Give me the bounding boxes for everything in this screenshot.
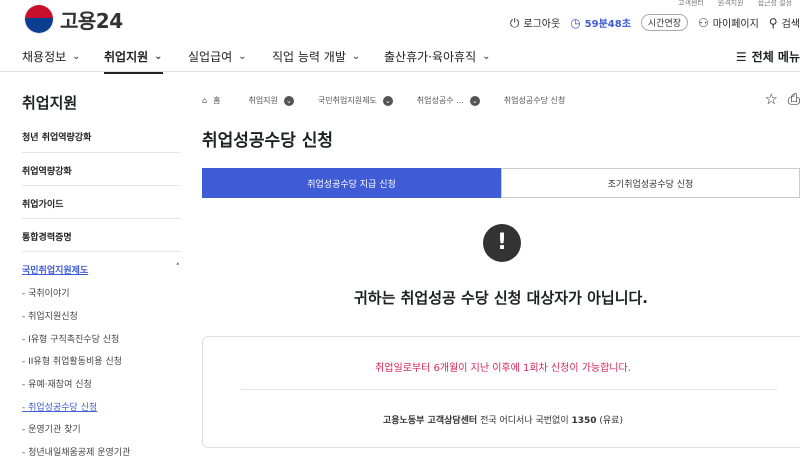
chevron-down-icon: ⌄ <box>482 51 491 62</box>
gnb-label: 채용정보 <box>22 50 67 64</box>
sidebar-subitem-label: 유예·재참여 신청 <box>28 380 92 390</box>
tab-list: 취업성공수당 지급 신청 조기취업성공수당 신청 <box>202 168 800 198</box>
gnb-label: 출산휴가·육아휴직 <box>384 50 477 64</box>
info-box: 취업일로부터 6개월이 지난 이후에 1회차 신청이 가능합니다. 고용노동부 … <box>202 336 800 448</box>
sidebar-subitem-label: 취업성공수당 신청 <box>28 403 98 413</box>
sidebar-item-national-support[interactable]: 국민취업지원제도 ˄ <box>22 263 180 276</box>
sidebar-item-label: 취업역량강화 <box>22 167 72 177</box>
sidebar-subitem[interactable]: - 청년내일채움공제 운영기관 <box>22 445 130 458</box>
timer-value: 59분48초 <box>584 19 631 30</box>
breadcrumb-item[interactable]: 국민취업지원제도 <box>318 95 377 106</box>
sidebar-item-label: 취업가이드 <box>22 200 64 210</box>
sidebar-item-label: 통합경력증명 <box>22 233 72 243</box>
tab-success-allowance[interactable]: 취업성공수당 지급 신청 <box>202 168 501 198</box>
exclamation-icon: ! <box>483 224 521 262</box>
print-icon[interactable]: ⎙ <box>788 90 800 108</box>
sidebar-item-capacity[interactable]: 취업역량강화 <box>22 164 180 177</box>
chevron-down-icon[interactable]: ⌄ <box>382 95 393 106</box>
gnb-item-employment-support[interactable]: 취업지원 ⌄ <box>104 48 163 74</box>
power-icon: ⏻ <box>509 15 520 30</box>
breadcrumb-item[interactable]: 취업지원 <box>248 95 277 106</box>
gnb-item-parental-leave[interactable]: 출산휴가·육아휴직 ⌄ <box>384 48 491 65</box>
sidebar-subitem[interactable]: - II유형 취업활동비용 신청 <box>22 354 122 367</box>
sidebar-subitem-label: II유형 취업활동비용 신청 <box>28 357 122 367</box>
gnb-item-jobs[interactable]: 채용정보 ⌄ <box>22 48 81 65</box>
breadcrumb: ⌂ 홈 취업지원 ⌄ 국민취업지원제도 ⌄ 취업성공수 ... ⌄ 취업성공수당… <box>202 95 565 106</box>
clock-icon: ◷ <box>570 15 581 30</box>
home-icon[interactable]: ⌂ <box>202 96 207 105</box>
divider <box>22 251 180 252</box>
chevron-down-icon[interactable]: ⌄ <box>469 95 480 106</box>
gnb-label: 취업지원 <box>104 50 149 64</box>
divider <box>22 218 180 219</box>
sidebar: 취업지원 청년 취업역량강화 취업역량강화 취업가이드 통합경력증명 국민취업지… <box>0 72 190 460</box>
sidebar-subitem-label: 국취이야기 <box>28 289 70 299</box>
sidebar-subitem-label: 취업지원신청 <box>28 312 78 322</box>
sidebar-subitem-label: 청년내일채움공제 운영기관 <box>28 448 131 458</box>
sidebar-subitem[interactable]: - 운영기관 찾기 <box>22 422 81 435</box>
sidebar-subitem[interactable]: - 유예·재참여 신청 <box>22 377 92 390</box>
star-icon[interactable]: ☆ <box>765 90 778 108</box>
divider <box>241 389 777 390</box>
contact-info: 고용노동부 고객상담센터 전국 어디서나 국번없이 1350 (유료) <box>203 413 800 426</box>
sidebar-subitem-label: I유형 구직촉진수당 신청 <box>28 335 120 345</box>
sidebar-subitem[interactable]: - 취업지원신청 <box>22 309 78 322</box>
chevron-down-icon: ⌄ <box>351 51 361 62</box>
divider <box>22 185 180 186</box>
main-navigation: 채용정보 ⌄ 취업지원 ⌄ 실업급여 ⌄ 직업 능력 개발 ⌄ 출산휴가·육아휴… <box>0 42 800 74</box>
sidebar-item-label: 국민취업지원제도 <box>22 266 89 276</box>
contact-tail: (유료) <box>596 416 623 426</box>
site-logo[interactable]: 고용24 <box>24 4 123 34</box>
full-menu-button[interactable]: ☰ 전체 메뉴 <box>736 48 800 65</box>
search-link[interactable]: ⚲ 검색 <box>768 15 800 31</box>
page-actions: ☆ ⎙ <box>765 90 800 108</box>
tab-early-success-allowance[interactable]: 조기취업성공수당 신청 <box>501 168 800 198</box>
header-actions: ⏻ 로그아웃 ◷ 59분48초 시간연장 ⚇ 마이페이지 ⚲ 검색 <box>510 14 800 31</box>
ineligible-message: 귀하는 취업성공 수당 신청 대상자가 아닙니다. <box>353 289 648 307</box>
session-timer: ◷ 59분48초 <box>570 15 631 31</box>
chevron-up-icon: ˄ <box>175 263 181 273</box>
logout-button[interactable]: ⏻ 로그아웃 <box>509 15 561 31</box>
sidebar-item-career-cert[interactable]: 통합경력증명 <box>22 230 180 243</box>
sidebar-subitem[interactable]: - 국취이야기 <box>22 286 70 299</box>
sidebar-subitem-label: 운영기관 찾기 <box>28 425 81 435</box>
gnb-label: 실업급여 <box>188 50 233 64</box>
contact-number: 1350 <box>571 416 597 426</box>
sidebar-item-guide[interactable]: 취업가이드 <box>22 197 180 210</box>
search-icon: ⚲ <box>768 15 778 30</box>
taegeuk-logo-icon <box>24 4 54 34</box>
extend-session-button[interactable]: 시간연장 <box>640 14 689 31</box>
full-menu-label: 전체 메뉴 <box>751 50 800 64</box>
user-icon: ⚇ <box>698 15 709 30</box>
hamburger-icon: ☰ <box>735 49 747 64</box>
chevron-down-icon: ⌄ <box>238 51 247 62</box>
contact-text: 전국 어디서나 국번없이 <box>477 416 572 426</box>
page-title: 취업성공수당 신청 <box>202 131 334 151</box>
mypage-link[interactable]: ⚇ 마이페이지 <box>698 15 759 31</box>
sidebar-title: 취업지원 <box>22 94 78 112</box>
eligibility-note: 취업일로부터 6개월이 지난 이후에 1회차 신청이 가능합니다. <box>375 363 631 374</box>
divider <box>22 152 180 153</box>
gnb-item-job-skills[interactable]: 직업 능력 개발 ⌄ <box>272 48 360 65</box>
gnb-item-unemployment-benefit[interactable]: 실업급여 ⌄ <box>188 48 247 65</box>
sidebar-item-youth-capacity[interactable]: 청년 취업역량강화 <box>22 130 180 143</box>
sidebar-item-label: 청년 취업역량강화 <box>22 133 92 143</box>
chevron-down-icon: ⌄ <box>154 51 163 62</box>
breadcrumb-home[interactable]: 홈 <box>213 95 220 106</box>
chevron-down-icon[interactable]: ⌄ <box>283 95 294 106</box>
sidebar-subitem[interactable]: - I유형 구직촉진수당 신청 <box>22 332 119 345</box>
search-label: 검색 <box>781 19 800 30</box>
site-header: 고용24 ⏻ 로그아웃 ◷ 59분48초 시간연장 ⚇ 마이페이지 ⚲ 검색 <box>0 0 800 42</box>
mypage-label: 마이페이지 <box>712 19 759 30</box>
contact-center-name: 고용노동부 고객상담센터 <box>383 416 478 426</box>
breadcrumb-current: 취업성공수당 신청 <box>503 96 566 105</box>
chevron-down-icon: ⌄ <box>72 51 81 62</box>
gnb-label: 직업 능력 개발 <box>272 50 346 64</box>
logout-label: 로그아웃 <box>523 19 561 30</box>
sidebar-subitem-current[interactable]: - 취업성공수당 신청 <box>22 400 97 413</box>
logo-text: 고용24 <box>60 8 123 33</box>
breadcrumb-item[interactable]: 취업성공수 ... <box>417 95 464 106</box>
